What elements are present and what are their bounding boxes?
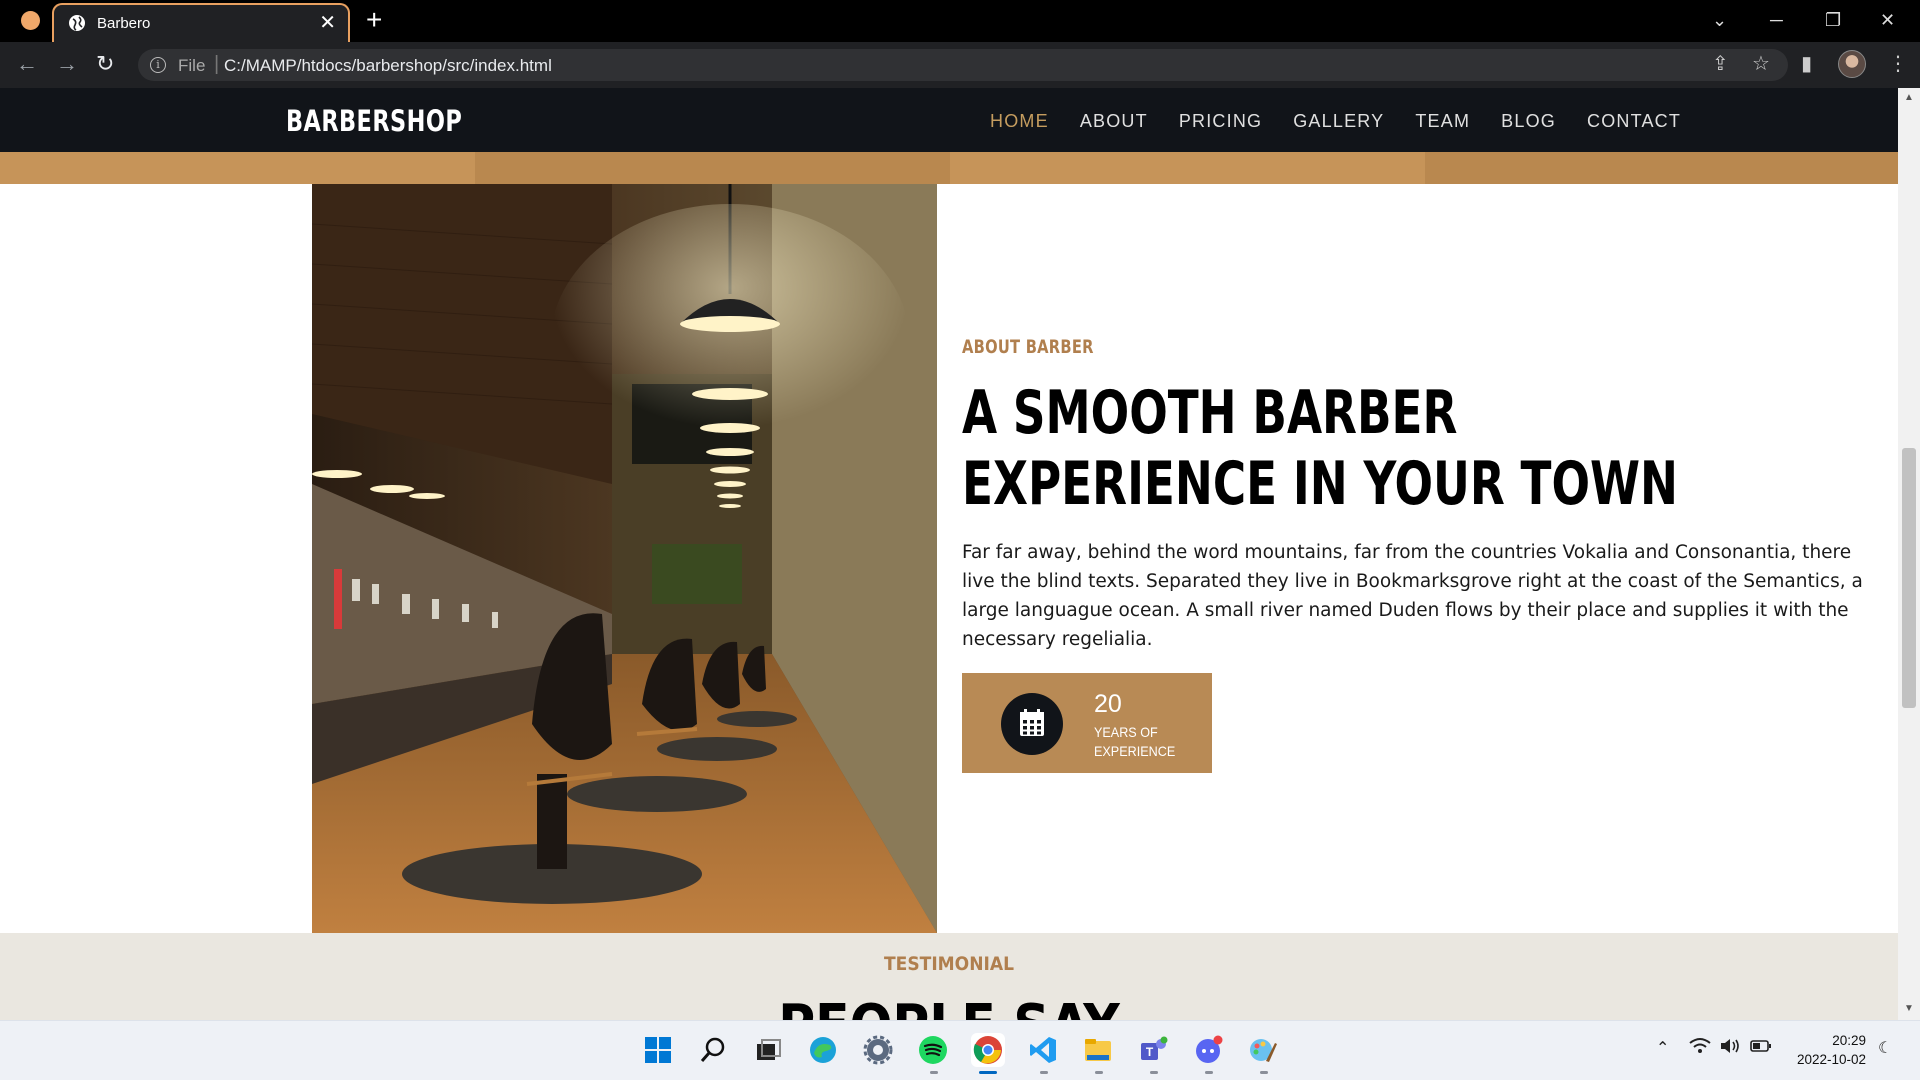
windows-taskbar: T ⌃ 20:29 2022-10-02 ☾ xyxy=(0,1020,1920,1080)
globe-icon xyxy=(69,15,85,31)
address-bar[interactable]: i File | C:/MAMP/htdocs/barbershop/src/i… xyxy=(138,49,1788,81)
url-separator: | xyxy=(214,53,220,75)
svg-text:T: T xyxy=(1146,1045,1154,1059)
side-panel-icon[interactable]: ▮ xyxy=(1801,52,1812,76)
site-info-icon[interactable]: i xyxy=(150,57,166,73)
menu-kebab-icon[interactable]: ⋮ xyxy=(1888,52,1908,76)
file-explorer-icon[interactable] xyxy=(1081,1033,1115,1067)
main-menu: HOME ABOUT PRICING GALLERY TEAM BLOG CON… xyxy=(990,111,1712,132)
url-text[interactable]: C:/MAMP/htdocs/barbershop/src/index.html xyxy=(224,56,552,76)
testimonial-title: PEOPLE SAY xyxy=(0,993,1898,1020)
tab-title: Barbero xyxy=(97,15,151,32)
experience-badge: 20 YEARS OF EXPERIENCE xyxy=(962,673,1212,773)
scroll-down-icon[interactable]: ▼ xyxy=(1904,1003,1914,1014)
barbershop-interior-illustration xyxy=(312,184,937,933)
tab-search-chevron-icon[interactable]: ⌄ xyxy=(1712,8,1727,32)
about-kicker: ABOUT BARBER xyxy=(962,336,1094,358)
show-hidden-icons-chevron-icon[interactable]: ⌃ xyxy=(1656,1037,1669,1061)
browser-tab-bar: Barbero ✕ + ⌄ ─ ❐ ✕ xyxy=(0,0,1920,42)
restore-icon[interactable]: ❐ xyxy=(1825,8,1841,32)
system-clock[interactable]: 20:29 2022-10-02 xyxy=(1786,1031,1866,1069)
taskbar-active-indicator xyxy=(979,1071,997,1074)
taskbar-running-indicator xyxy=(930,1071,938,1074)
battery-icon[interactable] xyxy=(1750,1037,1772,1063)
page-viewport: BARBERSHOP HOME ABOUT PRICING GALLERY TE… xyxy=(0,88,1898,1020)
feature-strip-segment xyxy=(1425,152,1898,184)
close-window-icon[interactable]: ✕ xyxy=(1880,8,1895,32)
about-description: Far far away, behind the word mountains,… xyxy=(962,542,1863,650)
menu-gallery[interactable]: GALLERY xyxy=(1293,111,1384,132)
minimize-icon[interactable]: ─ xyxy=(1770,8,1783,32)
about-title: A SMOOTH BARBER EXPERIENCE IN YOUR TOWN xyxy=(962,378,1679,519)
new-tab-button[interactable]: + xyxy=(366,5,382,35)
testimonial-section: TESTIMONIAL PEOPLE SAY xyxy=(0,933,1898,1020)
feature-strip xyxy=(0,152,1898,184)
testimonial-kicker: TESTIMONIAL xyxy=(884,953,1014,975)
start-icon[interactable] xyxy=(641,1033,675,1067)
feature-strip-segment xyxy=(475,152,950,184)
taskbar-running-indicator xyxy=(1040,1071,1048,1074)
close-tab-icon[interactable]: ✕ xyxy=(319,11,336,35)
menu-home[interactable]: HOME xyxy=(990,111,1049,132)
focus-assist-moon-icon[interactable]: ☾ xyxy=(1878,1037,1892,1061)
spotify-icon[interactable] xyxy=(916,1033,950,1067)
experience-label: YEARS OF EXPERIENCE xyxy=(1094,724,1176,759)
experience-number: 20 xyxy=(1094,690,1122,718)
wifi-icon[interactable] xyxy=(1689,1037,1711,1063)
menu-contact[interactable]: CONTACT xyxy=(1587,111,1681,132)
site-navbar: BARBERSHOP HOME ABOUT PRICING GALLERY TE… xyxy=(0,88,1898,152)
menu-about[interactable]: ABOUT xyxy=(1080,111,1148,132)
bookmark-star-icon[interactable]: ☆ xyxy=(1752,52,1770,76)
page-scrollbar[interactable]: ▲ ▼ xyxy=(1898,88,1920,1020)
scroll-up-icon[interactable]: ▲ xyxy=(1904,92,1914,103)
profile-avatar[interactable] xyxy=(1838,50,1866,78)
taskbar-running-indicator xyxy=(1095,1071,1103,1074)
forward-icon[interactable]: → xyxy=(56,52,78,76)
vscode-icon[interactable] xyxy=(1026,1033,1060,1067)
menu-pricing[interactable]: PRICING xyxy=(1179,111,1262,132)
settings-gear-icon[interactable] xyxy=(861,1033,895,1067)
volume-icon[interactable] xyxy=(1719,1037,1741,1063)
share-icon[interactable]: ⇪ xyxy=(1712,52,1729,76)
browser-tab[interactable]: Barbero ✕ xyxy=(52,3,350,42)
site-brand[interactable]: BARBERSHOP xyxy=(286,104,462,138)
teams-icon[interactable]: T xyxy=(1136,1033,1170,1067)
menu-team[interactable]: TEAM xyxy=(1415,111,1470,132)
browser-toolbar: ← → ↻ i File | C:/MAMP/htdocs/barbershop… xyxy=(0,42,1920,88)
taskbar-running-indicator xyxy=(1260,1071,1268,1074)
feature-strip-segment xyxy=(0,152,475,184)
menu-blog[interactable]: BLOG xyxy=(1501,111,1556,132)
scrollbar-thumb[interactable] xyxy=(1902,448,1916,708)
search-icon[interactable] xyxy=(696,1033,730,1067)
edge-icon[interactable] xyxy=(806,1033,840,1067)
barbershop-interior-image xyxy=(312,184,937,933)
taskbar-running-indicator xyxy=(1150,1071,1158,1074)
paint-icon[interactable] xyxy=(1246,1033,1280,1067)
taskbar-running-indicator xyxy=(1205,1071,1213,1074)
clock-time: 20:29 xyxy=(1832,1033,1866,1048)
calendar-icon xyxy=(1001,693,1063,755)
discord-icon[interactable] xyxy=(1191,1033,1225,1067)
chrome-icon[interactable] xyxy=(971,1033,1005,1067)
file-scheme-label: File xyxy=(178,56,206,75)
browser-profile-dot-icon[interactable] xyxy=(21,11,40,30)
task-view-icon[interactable] xyxy=(751,1033,785,1067)
reload-icon[interactable]: ↻ xyxy=(96,52,114,76)
back-icon[interactable]: ← xyxy=(16,52,38,76)
clock-date: 2022-10-02 xyxy=(1796,1052,1866,1067)
feature-strip-segment xyxy=(950,152,1425,184)
